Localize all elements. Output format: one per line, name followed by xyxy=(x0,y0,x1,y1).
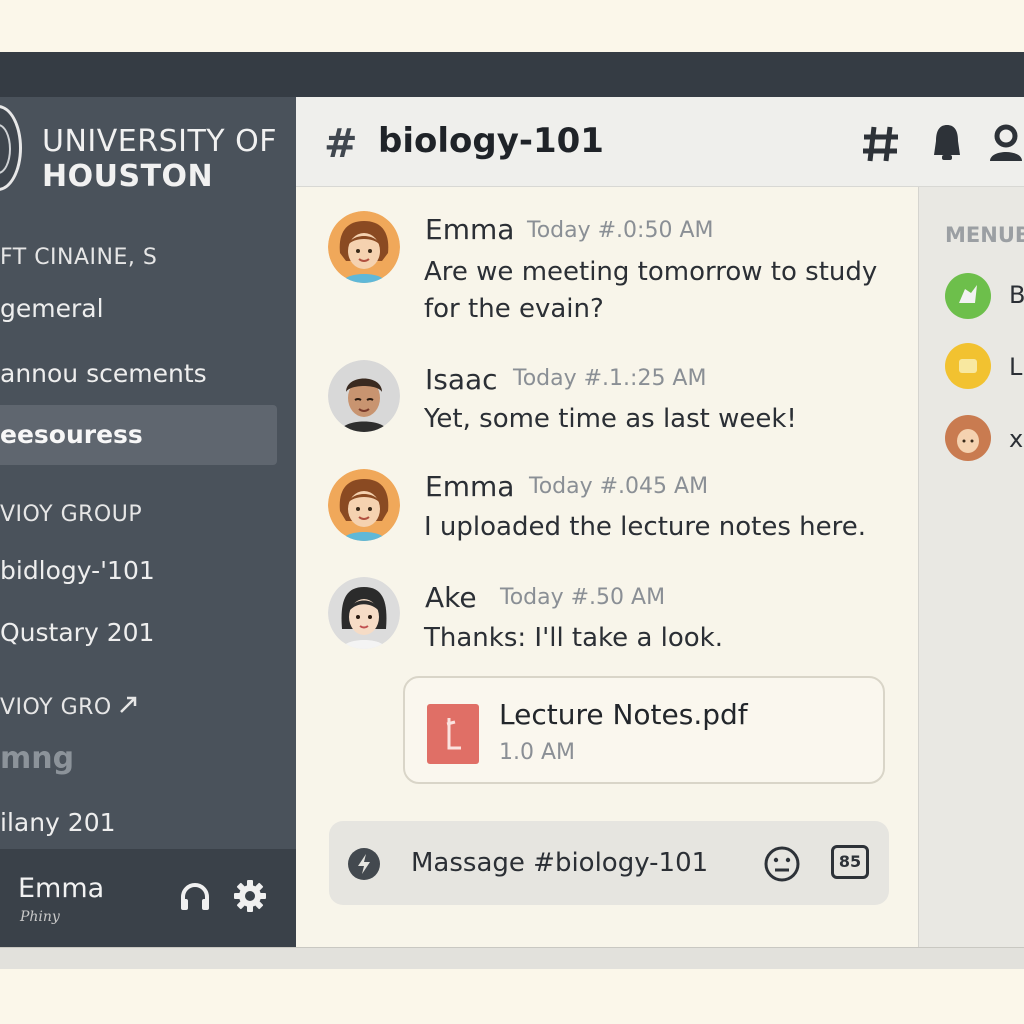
member-name[interactable]: B xyxy=(1009,281,1024,309)
channel-item-announcements[interactable]: annou scements xyxy=(0,359,207,388)
message-text-line: for the evain? xyxy=(424,294,604,324)
member-avatar[interactable] xyxy=(945,415,991,461)
user-status: Phiny xyxy=(20,909,60,925)
category-header[interactable]: VIOY GROUP xyxy=(0,502,142,527)
window-top-bar xyxy=(0,52,1024,97)
message-author[interactable]: Isaac xyxy=(425,363,498,396)
university-seal-logo[interactable] xyxy=(0,105,22,191)
members-icon[interactable] xyxy=(988,123,1024,163)
headphones-icon[interactable] xyxy=(178,880,212,914)
message-timestamp: Today #.50 AM xyxy=(500,585,666,610)
emoji-icon[interactable] xyxy=(763,845,801,883)
message-text: Are we meeting tomorrow to study for the… xyxy=(424,254,877,328)
message-input[interactable] xyxy=(411,843,731,883)
threads-hash-icon[interactable] xyxy=(860,123,902,165)
category-header[interactable]: VIOY GRO xyxy=(0,694,139,720)
message-composer: 85 xyxy=(329,821,889,905)
gear-icon[interactable] xyxy=(232,878,268,914)
channel-item-faded[interactable]: mng xyxy=(0,741,74,776)
avatar[interactable] xyxy=(328,360,400,432)
channel-title: biology-101 xyxy=(378,121,604,161)
avatar[interactable] xyxy=(328,577,400,649)
message-text: Yet, some time as last week! xyxy=(424,404,797,434)
channel-sidebar: UNIVERSITY OF HOUSTON FT CINAINE, S geme… xyxy=(0,97,296,947)
message-author[interactable]: Emma xyxy=(425,470,514,503)
server-name-line2: HOUSTON xyxy=(42,159,214,194)
message-timestamp: Today #.1.:25 AM xyxy=(513,366,707,391)
avatar[interactable] xyxy=(328,469,400,541)
channel-item-chemistry-201[interactable]: ilany 201 xyxy=(0,808,116,837)
message-author[interactable]: Ake xyxy=(425,581,477,614)
gif-button[interactable]: 85 xyxy=(831,845,869,879)
collapse-arrow-icon xyxy=(120,696,137,713)
user-name: Emma xyxy=(18,873,105,904)
message-author[interactable]: Emma xyxy=(425,213,514,246)
message-timestamp: Today #.045 AM xyxy=(529,474,709,499)
message-text-line: Are we meeting tomorrow to study xyxy=(424,257,878,287)
member-name[interactable]: х xyxy=(1009,425,1023,453)
bell-icon[interactable] xyxy=(930,121,964,163)
member-list-header: MENUB xyxy=(945,223,1024,247)
channel-hash-icon: # xyxy=(324,121,358,167)
attachment-size: 1.0 AM xyxy=(499,740,576,765)
channel-item-resources[interactable]: eesouress xyxy=(0,405,277,465)
gif-label: 85 xyxy=(838,852,862,871)
server-name[interactable]: UNIVERSITY OF HOUSTON xyxy=(42,124,277,194)
message-text: Thanks: I'll take a look. xyxy=(424,623,723,653)
channel-item-history-201[interactable]: Qustary 201 xyxy=(0,618,154,647)
message-text: I uploaded the lecture notes here. xyxy=(424,512,866,542)
attachment-filename[interactable]: Lecture Notes.pdf xyxy=(499,698,748,731)
avatar-glyph-icon xyxy=(959,359,977,373)
channel-header: # biology-101 xyxy=(296,97,1024,187)
pdf-file-icon xyxy=(427,704,479,764)
category-label: VIOY GRO xyxy=(0,695,112,720)
avatar[interactable] xyxy=(328,211,400,283)
member-avatar[interactable] xyxy=(945,343,991,389)
pdf-glyph-icon xyxy=(446,718,461,750)
add-attachment-icon[interactable] xyxy=(347,847,381,881)
member-avatar[interactable] xyxy=(945,273,991,319)
window-bottom-bar xyxy=(0,947,1024,969)
message-timestamp: Today #.0:50 AM xyxy=(527,218,714,243)
server-name-line1: UNIVERSITY OF xyxy=(42,124,278,159)
avatar-face-icon xyxy=(957,429,979,453)
channel-item-biology-101[interactable]: bidlogy-'101 xyxy=(0,556,155,585)
avatar-glyph-icon xyxy=(959,285,977,303)
category-header[interactable]: FT CINAINE, S xyxy=(0,245,157,270)
seal-inner xyxy=(0,124,11,174)
member-list: MENUB B L х xyxy=(918,187,1024,947)
member-name[interactable]: L xyxy=(1009,353,1022,381)
file-attachment[interactable]: Lecture Notes.pdf 1.0 AM xyxy=(403,676,885,784)
channel-item-general[interactable]: gemeral xyxy=(0,294,104,323)
